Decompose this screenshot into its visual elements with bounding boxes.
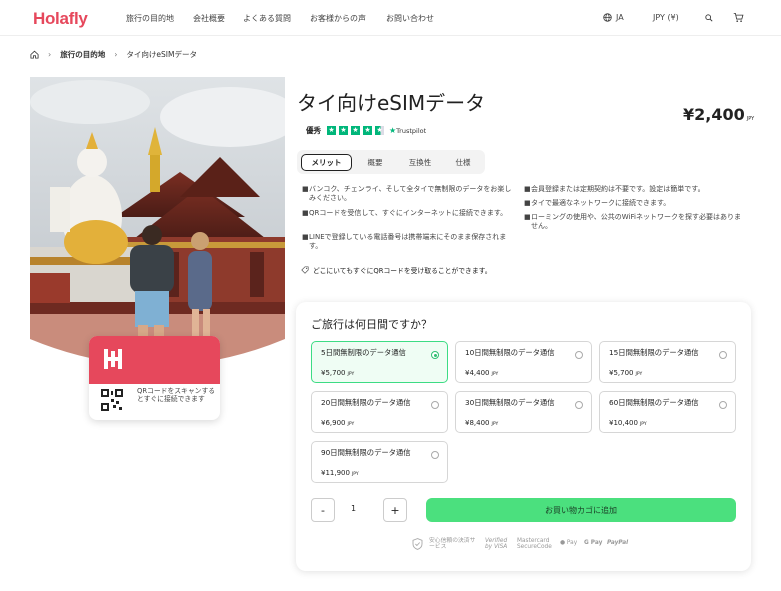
benefit-item: ■ ローミングの使用や、公共のWiFiネットワークを探す必要はありません。: [524, 213, 741, 231]
benefit-item: ■ バンコク、チェンライ、そして全タイで無制限のデータをお楽しみください。: [302, 185, 512, 203]
nav-reviews[interactable]: お客様からの声: [310, 13, 366, 24]
plan-option[interactable]: 30日間無制限のデータ通信 ¥8,400 JPY: [455, 391, 592, 433]
plan-option[interactable]: 15日間無制限のデータ通信 ¥5,700 JPY: [599, 341, 736, 383]
card-brand-band: [89, 336, 220, 384]
mastercard-securecode-logo: Mastercard SecureCode: [517, 538, 552, 551]
benefit-item: ■ タイで最適なネットワークに接続できます。: [524, 199, 671, 207]
secure-payment-label: 安心信頼の決済サービス: [429, 538, 476, 551]
holafly-logo[interactable]: Holafly: [33, 9, 88, 29]
nav-faq[interactable]: よくある質問: [243, 13, 291, 24]
radio-icon[interactable]: [719, 351, 727, 359]
rating-label: 優秀: [306, 126, 321, 135]
card-text: QRコードをスキャンするとすぐに接続できます: [137, 387, 216, 404]
radio-icon[interactable]: [719, 401, 727, 409]
tab-benefits[interactable]: メリット: [301, 154, 352, 171]
apple-pay-logo: ● Pay: [560, 540, 578, 546]
quantity-value[interactable]: 1: [351, 504, 356, 513]
tab-compatibility[interactable]: 互換性: [403, 154, 437, 171]
star-icon: ★: [339, 126, 348, 135]
add-to-cart-button[interactable]: お買い物カゴに追加: [426, 498, 736, 522]
nav-destinations[interactable]: 旅行の目的地: [126, 13, 174, 24]
google-pay-logo: G Pay: [584, 540, 603, 546]
tab-overview[interactable]: 概要: [359, 154, 391, 171]
globe-icon: [603, 13, 612, 22]
product-title: タイ向けeSIMデータ: [297, 91, 486, 115]
quantity-decrease-button[interactable]: -: [311, 498, 335, 522]
currency-selector[interactable]: JPY (¥): [653, 13, 679, 22]
quantity-increase-button[interactable]: +: [383, 498, 407, 522]
nav-contact[interactable]: お問い合わせ: [386, 13, 434, 24]
qr-note: どこにいてもすぐにQRコードを受け取ることができます。: [301, 265, 492, 275]
breadcrumb-current: タイ向けeSIMデータ: [126, 50, 197, 59]
radio-icon[interactable]: [431, 401, 439, 409]
radio-icon[interactable]: [575, 351, 583, 359]
holafly-h-icon: [100, 346, 126, 372]
product-price: ¥2,400 JPY: [683, 105, 755, 124]
plan-option[interactable]: 5日間無制限のデータ通信 ¥5,700 JPY: [311, 341, 448, 383]
plan-option[interactable]: 60日間無制限のデータ通信 ¥10,400 JPY: [599, 391, 736, 433]
apple-icon: ●: [560, 540, 566, 546]
site-header: Holafly 旅行の目的地 会社概要 よくある質問 お客様からの声 お問い合わ…: [0, 0, 781, 36]
verified-visa-logo: Verified by VISA: [485, 538, 508, 551]
chevron-right-icon: ›: [114, 50, 118, 59]
benefit-item: ■ QRコードを受信して、すぐにインターネットに接続できます。: [302, 209, 508, 217]
radio-icon[interactable]: [431, 451, 439, 459]
tab-specs[interactable]: 仕様: [447, 154, 479, 171]
star-half-icon: ★: [375, 126, 384, 135]
nav-about[interactable]: 会社概要: [193, 13, 225, 24]
cart-icon[interactable]: [733, 12, 744, 23]
benefit-item: ■ LINEで登録している電話番号は携帯端末にそのまま保存されます。: [302, 233, 507, 251]
trustpilot-rating[interactable]: 優秀 ★ ★ ★ ★ ★ ★Trustpilot: [306, 125, 426, 136]
star-icon: ★: [327, 126, 336, 135]
language-label: JA: [616, 13, 624, 22]
tag-icon: [301, 266, 309, 274]
trustpilot-logo: ★Trustpilot: [389, 126, 427, 135]
breadcrumb: › 旅行の目的地 › タイ向けeSIMデータ: [30, 49, 197, 60]
radio-selected-icon[interactable]: [431, 351, 439, 359]
plan-option[interactable]: 90日間無制限のデータ通信 ¥11,900 JPY: [311, 441, 448, 483]
currency-label: JPY (¥): [653, 13, 679, 22]
qr-code-icon: [101, 389, 123, 411]
plan-option[interactable]: 10日間無制限のデータ通信 ¥4,400 JPY: [455, 341, 592, 383]
plan-option[interactable]: 20日間無制限のデータ通信 ¥6,900 JPY: [311, 391, 448, 433]
home-icon[interactable]: [30, 50, 39, 59]
shield-icon: [412, 538, 423, 550]
language-selector[interactable]: JA: [603, 13, 624, 22]
benefit-item: ■ 会員登録または定期契約は不要です。設定は簡単です。: [524, 185, 705, 193]
paypal-logo: PayPal: [607, 540, 629, 546]
star-icon: ★: [363, 126, 372, 135]
product-tabs: メリット 概要 互換性 仕様: [297, 150, 485, 174]
plan-question: ご旅行は何日間ですか？: [311, 318, 432, 331]
search-icon[interactable]: [705, 14, 713, 22]
breadcrumb-destinations[interactable]: 旅行の目的地: [60, 49, 105, 60]
chevron-right-icon: ›: [48, 50, 52, 59]
star-icon: ★: [351, 126, 360, 135]
radio-icon[interactable]: [575, 401, 583, 409]
esim-card: QRコードをスキャンするとすぐに接続できます: [89, 336, 220, 420]
